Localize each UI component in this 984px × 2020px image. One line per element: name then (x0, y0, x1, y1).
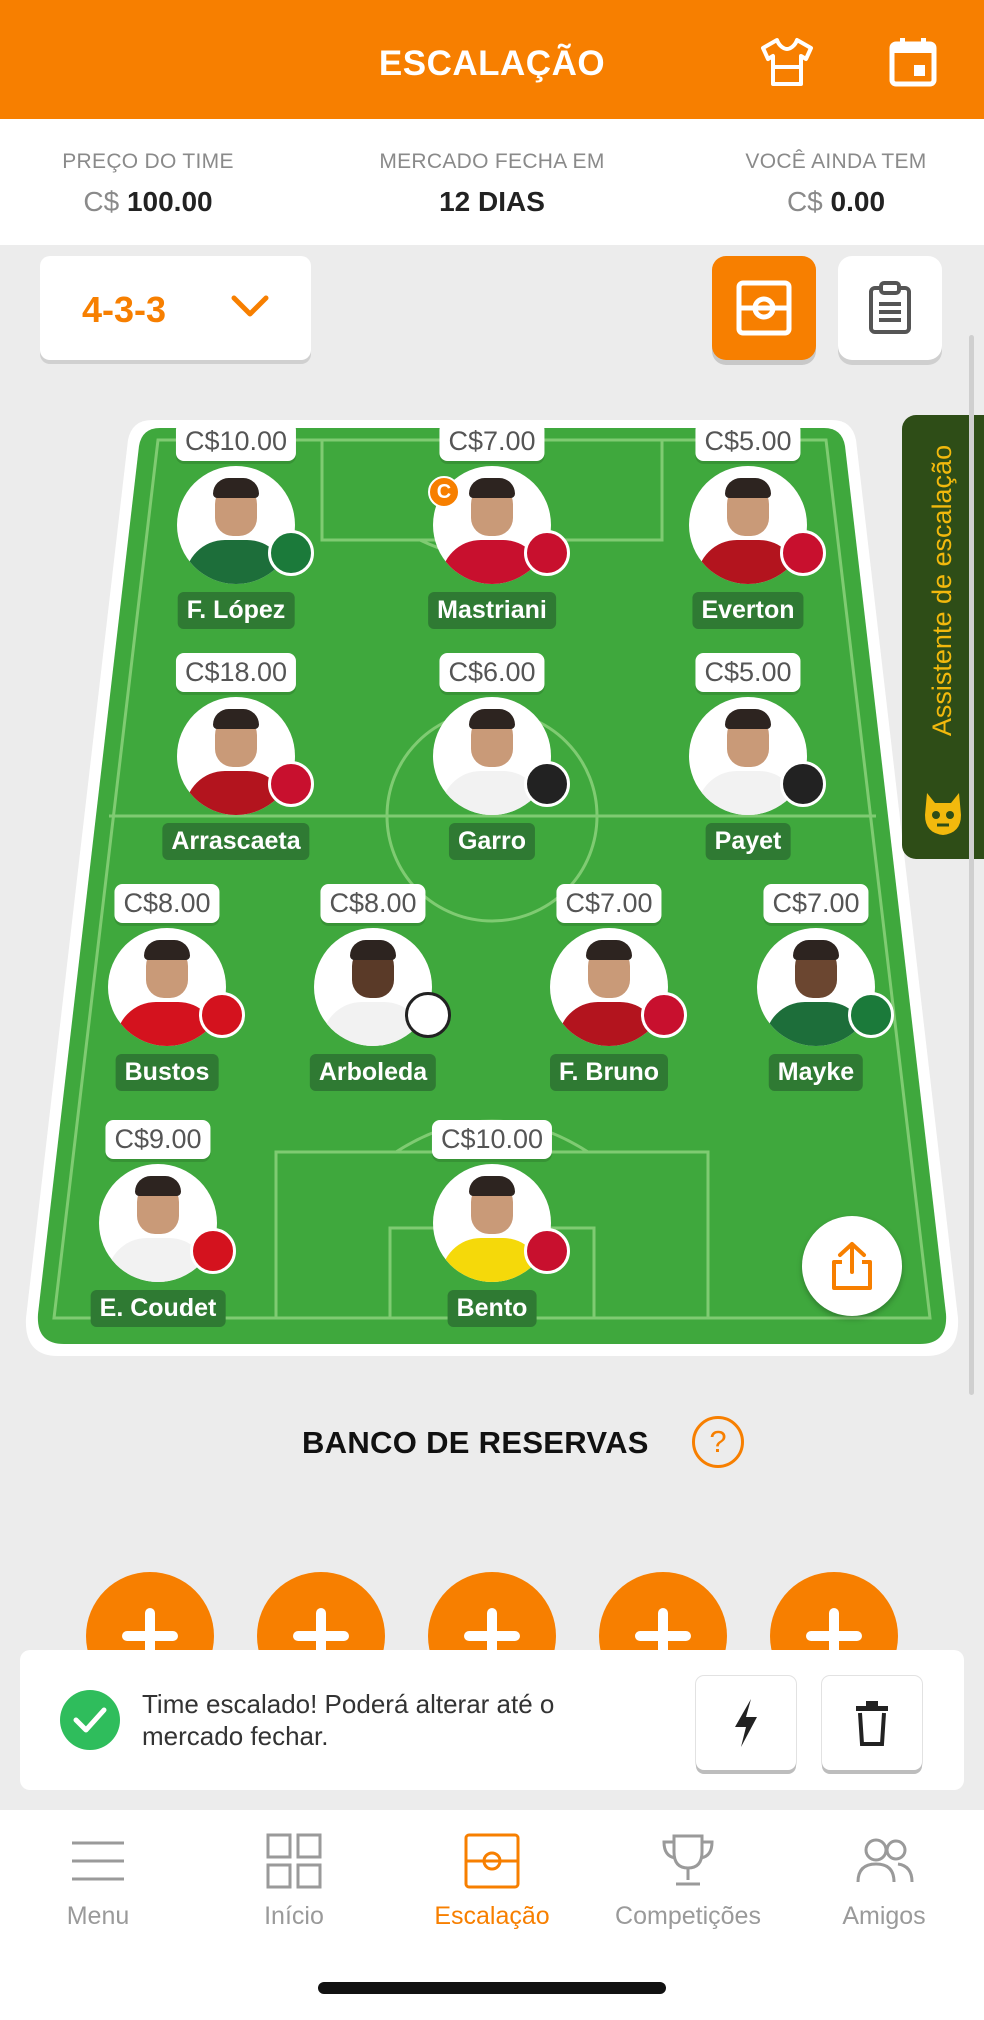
player-price: C$5.00 (695, 422, 801, 461)
player-card[interactable]: C$5.00 Payet (668, 653, 828, 863)
player-name: Bustos (115, 1054, 219, 1091)
player-price: C$8.00 (320, 884, 426, 923)
nav-item-amigos[interactable]: Amigos (786, 1826, 982, 1931)
club-badge-icon (524, 761, 570, 807)
club-badge-icon (524, 1228, 570, 1274)
menu-icon (0, 1826, 196, 1896)
mascot-icon (925, 793, 961, 835)
player-card[interactable]: C$18.00 Arrascaeta (156, 653, 316, 863)
club-badge-icon (524, 530, 570, 576)
help-button[interactable]: ? (692, 1416, 744, 1468)
assistant-label: Assistente de escalação (927, 444, 958, 736)
friends-icon (786, 1826, 982, 1896)
trophy-icon (590, 1826, 786, 1896)
player-card[interactable]: C$7.00 F. Bruno (529, 884, 689, 1094)
player-price: C$8.00 (114, 884, 220, 923)
club-badge-icon (190, 1228, 236, 1274)
player-name: E. Coudet (90, 1290, 226, 1327)
club-badge-icon (848, 992, 894, 1038)
nav-item-menu[interactable]: Menu (0, 1826, 196, 1931)
player-price: C$7.00 (556, 884, 662, 923)
nav-item-escalacao[interactable]: Escalação (394, 1826, 590, 1931)
player-name: Bento (447, 1290, 537, 1327)
player-price: C$10.00 (431, 1120, 553, 1159)
player-card[interactable]: C$8.00 Bustos (87, 884, 247, 1094)
grid-icon (196, 1826, 392, 1896)
player-price: C$6.00 (439, 653, 545, 692)
player-price: C$9.00 (105, 1120, 211, 1159)
share-button[interactable] (802, 1216, 902, 1316)
club-badge-icon (268, 530, 314, 576)
bench-title: BANCO DE RESERVAS (302, 1425, 649, 1460)
club-badge-icon (405, 992, 451, 1038)
club-badge-icon (641, 992, 687, 1038)
player-price: C$7.00 (763, 884, 869, 923)
trash-icon (856, 1701, 888, 1746)
auto-fill-button[interactable] (696, 1676, 796, 1770)
player-name: Arboleda (309, 1054, 437, 1091)
player-name: Everton (692, 592, 804, 629)
success-toast: Time escalado! Poderá alterar até o merc… (20, 1650, 964, 1790)
coach-card[interactable]: C$9.00 E. Coudet (78, 1120, 238, 1330)
field-icon (394, 1826, 590, 1896)
player-card[interactable]: C$5.00 Everton (668, 422, 828, 632)
nav-item-inicio[interactable]: Início (196, 1826, 392, 1931)
player-name: F. López (177, 592, 295, 629)
player-name: Mastriani (428, 592, 556, 629)
player-name: Garro (448, 823, 536, 860)
player-card[interactable]: C$10.00 F. López (156, 422, 316, 632)
club-badge-icon (780, 530, 826, 576)
player-name: F. Bruno (550, 1054, 668, 1091)
club-badge-icon (780, 761, 826, 807)
player-price: C$5.00 (695, 653, 801, 692)
clear-lineup-button[interactable] (822, 1676, 922, 1770)
check-icon (60, 1690, 120, 1750)
home-indicator (318, 1982, 666, 1994)
player-name: Mayke (768, 1054, 864, 1091)
scrollbar[interactable] (969, 335, 974, 1395)
captain-badge: C (428, 476, 460, 508)
player-price: C$10.00 (175, 422, 297, 461)
nav-item-competicoes[interactable]: Competições (590, 1826, 786, 1931)
club-badge-icon (268, 761, 314, 807)
player-card[interactable]: C$7.00 Mayke (736, 884, 896, 1094)
player-card[interactable]: C$6.00 Garro (412, 653, 572, 863)
player-card[interactable]: C$10.00 Bento (412, 1120, 572, 1330)
player-price: C$18.00 (175, 653, 297, 692)
lightning-icon (735, 1699, 757, 1747)
toast-message: Time escalado! Poderá alterar até o merc… (142, 1689, 555, 1751)
share-icon (832, 1242, 872, 1290)
player-name: Arrascaeta (162, 823, 310, 860)
player-price: C$7.00 (439, 422, 545, 461)
player-name: Payet (705, 823, 791, 860)
club-badge-icon (199, 992, 245, 1038)
player-card[interactable]: C$7.00 C Mastriani (412, 422, 572, 632)
player-card[interactable]: C$8.00 Arboleda (293, 884, 453, 1094)
